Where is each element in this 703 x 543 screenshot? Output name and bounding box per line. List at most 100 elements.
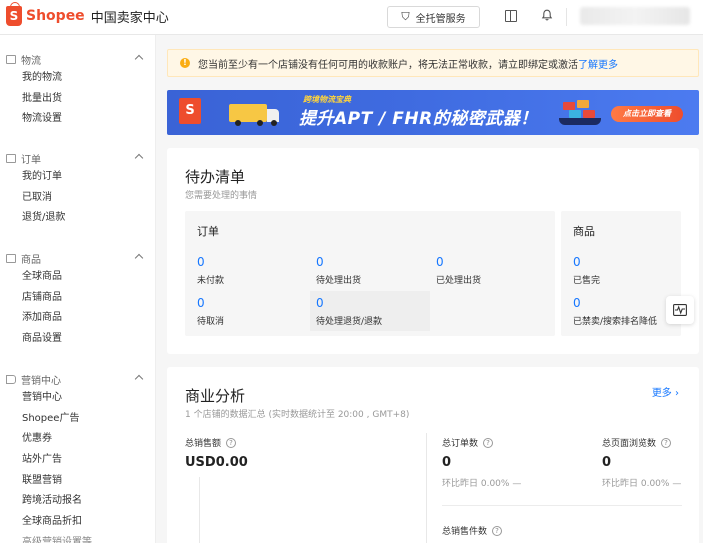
sidebar: 物流 我的物流 批量出货 物流设置 订单 我的订单 已取消 退货/退款 商品 全… bbox=[0, 35, 156, 543]
tag-icon bbox=[6, 374, 16, 384]
alert-text: 您当前至少有一个店铺没有任何可用的收款账户，将无法正常收款，请立即绑定或激活 bbox=[198, 59, 578, 71]
metric-sold-out[interactable]: 0 已售完 bbox=[573, 255, 685, 286]
stat-label: 总订单数 bbox=[442, 439, 479, 449]
stat-separator bbox=[442, 505, 682, 506]
metric-value: 0 bbox=[573, 296, 581, 310]
header-divider bbox=[566, 8, 567, 26]
metric-label: 待取消 bbox=[197, 317, 225, 327]
pulse-chart-icon bbox=[673, 304, 687, 316]
account-menu[interactable] bbox=[580, 7, 690, 25]
metric-returns[interactable]: 0 待处理退货/退款 bbox=[310, 291, 430, 331]
sidebar-item-marketing-center[interactable]: 营销中心 bbox=[0, 388, 156, 409]
stat-total-orders-value: 0 bbox=[442, 455, 452, 470]
help-icon[interactable]: ? bbox=[483, 437, 494, 448]
sidebar-item-bulk-shipping[interactable]: 批量出货 bbox=[0, 89, 156, 110]
chevron-up-icon bbox=[134, 153, 144, 163]
metric-unpaid[interactable]: 0 未付款 bbox=[197, 255, 309, 286]
sidebar-item-advanced-marketing[interactable]: 高级营销设置等 bbox=[0, 533, 156, 543]
stat-total-orders-compare: 环比昨日 0.00% — bbox=[442, 479, 522, 489]
shopee-bag-icon: S bbox=[6, 2, 22, 26]
sidebar-item-logistics-settings[interactable]: 物流设置 bbox=[0, 109, 156, 130]
product-box-icon bbox=[6, 253, 16, 263]
metric-value: 0 bbox=[573, 255, 581, 269]
section-title: 营销中心 bbox=[21, 375, 61, 387]
stat-label: 总销售额 bbox=[185, 439, 222, 449]
book-icon[interactable] bbox=[505, 10, 517, 22]
stat-label: 总销售件数 bbox=[442, 527, 488, 537]
metric-value: 0 bbox=[197, 255, 205, 269]
warning-icon: ! bbox=[180, 58, 190, 68]
sidebar-item-cross-border-campaigns[interactable]: 跨境活动报名 bbox=[0, 491, 156, 512]
todo-subtitle: 您需要处理的事情 bbox=[185, 191, 258, 201]
learn-more-link[interactable]: 了解更多 bbox=[578, 56, 618, 71]
cargo-ship-illustration bbox=[559, 100, 601, 126]
sidebar-item-product-settings[interactable]: 商品设置 bbox=[0, 329, 156, 350]
metric-banned[interactable]: 0 已禁卖/搜索排名降低 bbox=[573, 296, 679, 327]
promo-banner[interactable]: S 跨境物流宝典 提升APT / FHR的秘密武器！ 点击立即查看 bbox=[167, 90, 699, 135]
metric-label: 待处理出货 bbox=[316, 276, 362, 286]
orders-panel-title: 订单 bbox=[197, 225, 219, 238]
metric-value: 0 bbox=[316, 296, 324, 310]
chevron-up-icon bbox=[134, 54, 144, 64]
metric-value: 0 bbox=[197, 296, 205, 310]
help-icon[interactable]: ? bbox=[661, 437, 672, 448]
metric-to-ship[interactable]: 0 待处理出货 bbox=[316, 255, 428, 286]
more-link[interactable]: 更多 › bbox=[652, 384, 679, 399]
section-title: 商品 bbox=[21, 254, 41, 266]
metric-to-cancel[interactable]: 0 待取消 bbox=[197, 296, 309, 327]
metric-shipped[interactable]: 0 已处理出货 bbox=[436, 255, 548, 286]
sidebar-item-offsite-ads[interactable]: 站外广告 bbox=[0, 450, 156, 471]
todo-products-panel: 商品 0 已售完 0 已禁卖/搜索排名降低 bbox=[561, 211, 681, 336]
sidebar-item-global-products[interactable]: 全球商品 bbox=[0, 267, 156, 288]
metric-label: 已处理出货 bbox=[436, 276, 482, 286]
full-service-label: 全托管服务 bbox=[415, 13, 466, 25]
sidebar-item-global-discount[interactable]: 全球商品折扣 bbox=[0, 512, 156, 533]
sidebar-section-products: 商品 全球商品 店铺商品 添加商品 商品设置 bbox=[0, 249, 156, 350]
metric-label: 已禁卖/搜索排名降低 bbox=[573, 317, 658, 327]
sidebar-item-my-logistics[interactable]: 我的物流 bbox=[0, 68, 156, 89]
sidebar-header-marketing[interactable]: 营销中心 bbox=[0, 370, 156, 388]
seller-center-title: 中国卖家中心 bbox=[90, 10, 169, 26]
sidebar-item-my-orders[interactable]: 我的订单 bbox=[0, 167, 156, 188]
sidebar-item-returns[interactable]: 退货/退款 bbox=[0, 208, 156, 229]
chevron-up-icon bbox=[134, 374, 144, 384]
banner-cta-button[interactable]: 点击立即查看 bbox=[611, 106, 683, 122]
bell-icon[interactable] bbox=[541, 9, 553, 21]
sales-chart-axis bbox=[199, 477, 200, 543]
sidebar-section-marketing: 营销中心 营销中心 Shopee广告 优惠券 站外广告 联盟营销 跨境活动报名 … bbox=[0, 370, 156, 543]
shield-icon: ⛉ bbox=[401, 10, 410, 23]
business-title: 商业分析 bbox=[185, 387, 246, 405]
sidebar-item-shopee-ads[interactable]: Shopee广告 bbox=[0, 409, 156, 430]
sidebar-section-logistics: 物流 我的物流 批量出货 物流设置 bbox=[0, 50, 156, 130]
data-monitor-button[interactable] bbox=[666, 296, 694, 324]
shopee-logo[interactable]: S Shopee 中国卖家中心 bbox=[6, 2, 169, 26]
todo-title: 待办清单 bbox=[185, 168, 246, 186]
sidebar-item-cancelled[interactable]: 已取消 bbox=[0, 188, 156, 209]
sidebar-header-products[interactable]: 商品 bbox=[0, 249, 156, 267]
sidebar-header-orders[interactable]: 订单 bbox=[0, 149, 156, 167]
sidebar-header-logistics[interactable]: 物流 bbox=[0, 50, 156, 68]
order-list-icon bbox=[6, 153, 16, 163]
section-title: 订单 bbox=[21, 154, 41, 166]
help-icon[interactable]: ? bbox=[226, 437, 237, 448]
stat-label: 总页面浏览数 bbox=[602, 439, 657, 449]
sidebar-item-shop-products[interactable]: 店铺商品 bbox=[0, 288, 156, 309]
todo-orders-panel: 订单 0 未付款 0 待处理出货 0 已处理出货 0 待取消 0 待处理退货/退… bbox=[185, 211, 555, 336]
banner-title: 提升APT / FHR的秘密武器！ bbox=[299, 109, 538, 129]
sidebar-section-orders: 订单 我的订单 已取消 退货/退款 bbox=[0, 149, 156, 229]
payment-account-alert: ! 您当前至少有一个店铺没有任何可用的收款账户，将无法正常收款，请立即绑定或激活… bbox=[167, 49, 699, 77]
help-icon[interactable]: ? bbox=[492, 525, 503, 536]
stat-page-views-value: 0 bbox=[602, 455, 612, 470]
top-bar: S Shopee 中国卖家中心 ⛉ 全托管服务 bbox=[0, 0, 703, 35]
shopee-bag-icon: S bbox=[179, 98, 201, 124]
todo-card: 待办清单 您需要处理的事情 订单 0 未付款 0 待处理出货 0 已处理出货 0… bbox=[167, 148, 699, 354]
sidebar-item-vouchers[interactable]: 优惠券 bbox=[0, 429, 156, 450]
metric-value: 0 bbox=[316, 255, 324, 269]
sidebar-item-affiliate[interactable]: 联盟营销 bbox=[0, 471, 156, 492]
sidebar-item-add-product[interactable]: 添加商品 bbox=[0, 308, 156, 329]
section-title: 物流 bbox=[21, 55, 41, 67]
full-service-button[interactable]: ⛉ 全托管服务 bbox=[387, 6, 480, 28]
chevron-right-icon: › bbox=[675, 388, 679, 399]
business-analysis-card: 商业分析 1 个店铺的数据汇总 (实时数据统计至 20:00 , GMT+8) … bbox=[167, 367, 699, 543]
stat-page-views-compare: 环比昨日 0.00% — bbox=[602, 479, 682, 489]
